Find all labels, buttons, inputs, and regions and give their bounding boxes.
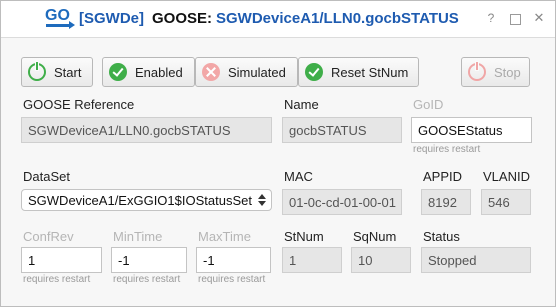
stnum-label: StNum: [284, 229, 324, 244]
goid-label: GoID: [413, 97, 444, 112]
confrev-hint: requires restart: [23, 274, 91, 285]
enabled-button[interactable]: Enabled: [102, 57, 195, 87]
dataset-selected-value: SGWDeviceA1/ExGGIO1$IOStatusSet: [28, 192, 252, 208]
maximize-icon[interactable]: [510, 14, 521, 25]
sqnum-field: 10: [351, 247, 411, 273]
check-icon: [109, 63, 127, 81]
stop-button[interactable]: Stop: [461, 57, 530, 87]
window-tag: [SGWDe]: [79, 10, 144, 27]
dataset-label: DataSet: [23, 169, 70, 184]
goid-input[interactable]: GOOSEStatus: [411, 117, 532, 143]
window-title-reference: SGWDeviceA1/LLN0.gocbSTATUS: [216, 10, 459, 27]
maxtime-label: MaxTime: [198, 229, 251, 244]
confrev-label: ConfRev: [23, 229, 74, 244]
stop-icon: [468, 62, 486, 81]
title-bar[interactable]: GO [SGWDe] GOOSE: SGWDeviceA1/LLN0.gocbS…: [1, 1, 555, 38]
stnum-field: 1: [282, 247, 342, 273]
dataset-select[interactable]: SGWDeviceA1/ExGGIO1$IOStatusSet: [21, 189, 272, 211]
goose-reference-field: SGWDeviceA1/LLN0.gocbSTATUS: [21, 117, 272, 143]
mintime-label: MinTime: [113, 229, 163, 244]
vlanid-label: VLANID: [483, 169, 530, 184]
confrev-input[interactable]: 1: [21, 247, 102, 273]
goose-window: GO [SGWDe] GOOSE: SGWDeviceA1/LLN0.gocbS…: [0, 0, 556, 307]
mintime-input[interactable]: -1: [111, 247, 187, 273]
x-icon: [202, 63, 220, 81]
simulated-button[interactable]: Simulated: [195, 57, 298, 87]
start-button[interactable]: Start: [21, 57, 93, 87]
maxtime-input[interactable]: -1: [196, 247, 271, 273]
status-label: Status: [423, 229, 460, 244]
goose-logo-icon: GO: [45, 7, 75, 33]
reset-stnum-button[interactable]: Reset StNum: [298, 57, 419, 87]
help-icon[interactable]: ?: [484, 11, 498, 25]
vlanid-field: 546: [481, 189, 531, 215]
window-title-prefix: GOOSE:: [152, 10, 213, 27]
name-field: gocbSTATUS: [282, 117, 402, 143]
dropdown-arrow-icon: [258, 194, 266, 206]
power-icon: [28, 62, 46, 81]
mac-label: MAC: [284, 169, 313, 184]
mintime-hint: requires restart: [113, 274, 181, 285]
maxtime-hint: requires restart: [198, 274, 266, 285]
goid-hint: requires restart: [413, 144, 481, 155]
sqnum-label: SqNum: [353, 229, 397, 244]
mac-field: 01-0c-cd-01-00-01: [282, 189, 402, 215]
status-field: Stopped: [421, 247, 531, 273]
appid-label: APPID: [423, 169, 463, 184]
appid-field: 8192: [421, 189, 471, 215]
goose-reference-label: GOOSE Reference: [23, 97, 135, 112]
close-icon[interactable]: ✕: [532, 11, 546, 25]
name-label: Name: [284, 97, 319, 112]
check-icon: [305, 63, 323, 81]
